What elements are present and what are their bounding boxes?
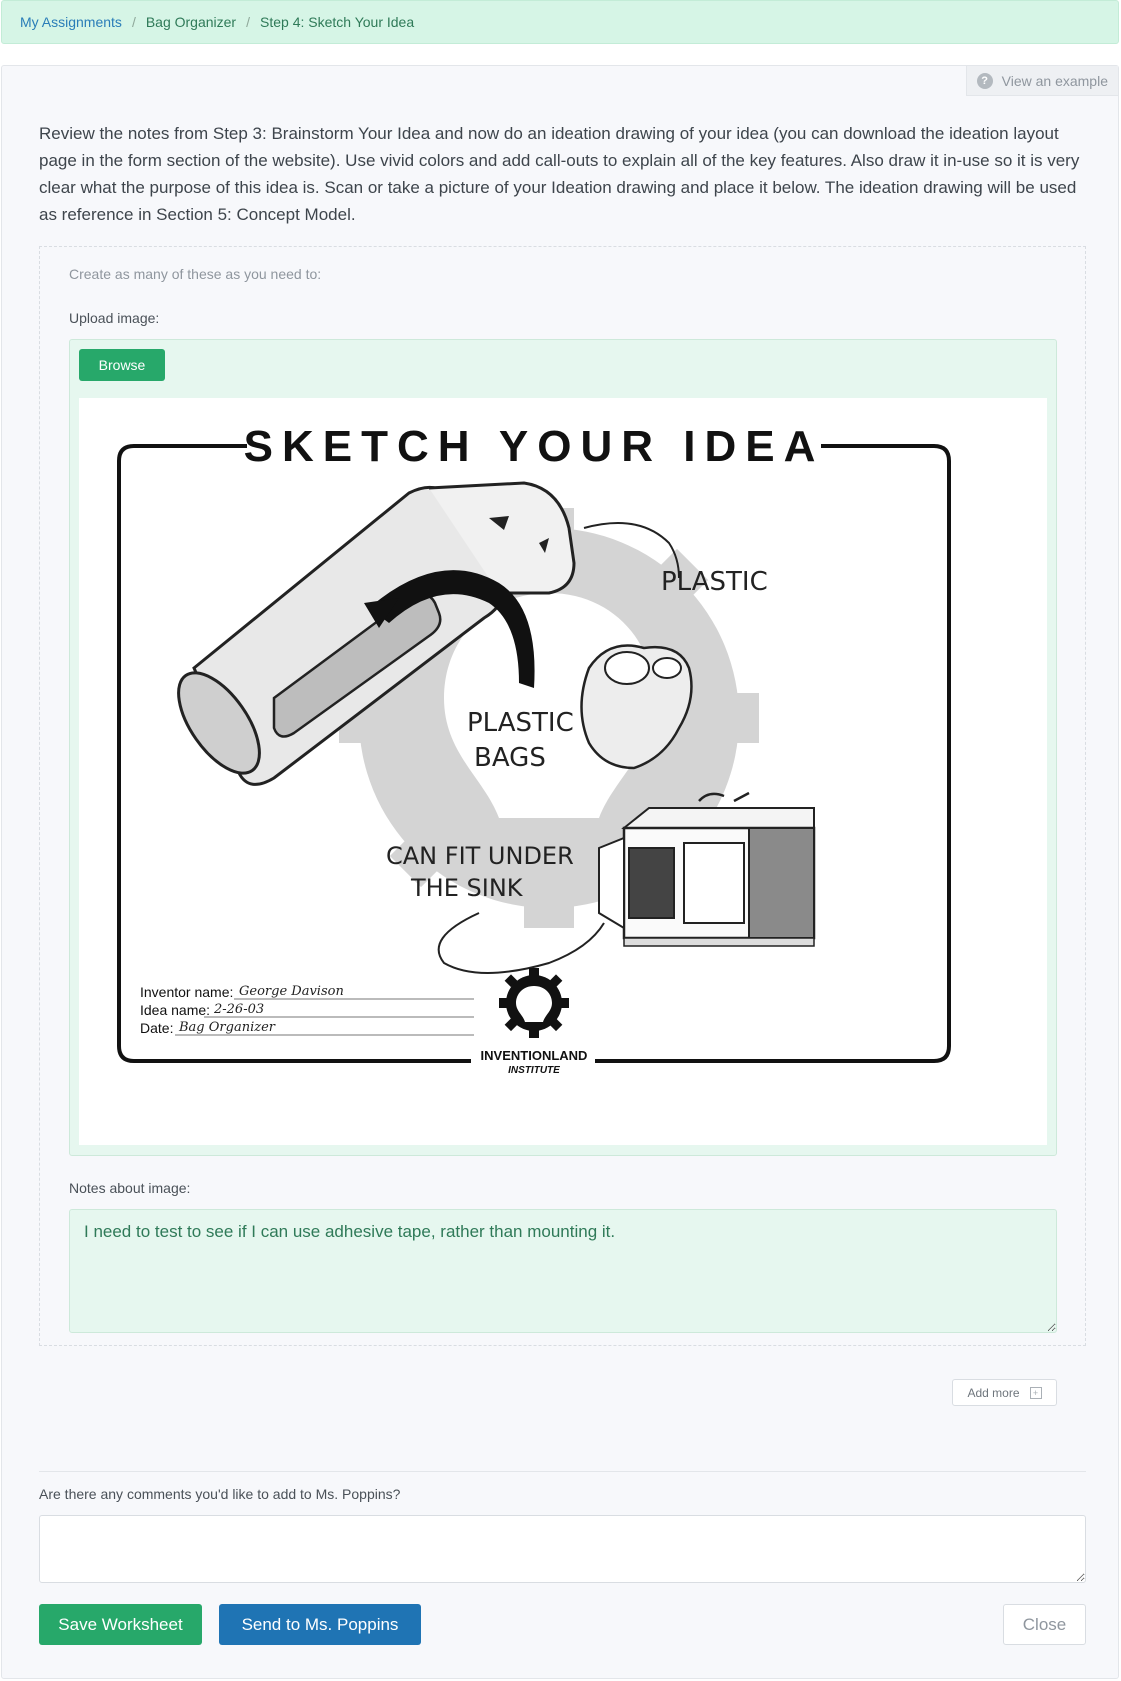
breadcrumb-current-step: Step 4: Sketch Your Idea xyxy=(260,14,415,30)
sketch-title: SKETCH YOUR IDEA xyxy=(244,422,825,471)
comments-textarea[interactable] xyxy=(39,1515,1086,1583)
close-button[interactable]: Close xyxy=(1003,1604,1086,1645)
view-example-button[interactable]: ? View an example xyxy=(965,66,1118,96)
instructions-text: Review the notes from Step 3: Brainstorm… xyxy=(39,124,1080,224)
add-more-label: Add more xyxy=(967,1385,1020,1400)
notes-label: Notes about image: xyxy=(69,1180,191,1196)
logo-text-institute: INSTITUTE xyxy=(508,1065,560,1076)
repeat-hint: Create as many of these as you need to: xyxy=(69,266,322,282)
breadcrumb-separator: / xyxy=(246,14,250,30)
breadcrumb: My Assignments / Bag Organizer / Step 4:… xyxy=(1,0,1119,44)
logo-text-inventionland: INVENTIONLAND xyxy=(481,1048,588,1063)
worksheet-panel: ? View an example Review the notes from … xyxy=(1,65,1119,1679)
view-example-label: View an example xyxy=(1001,72,1108,89)
question-circle-icon: ? xyxy=(976,72,993,89)
plus-square-icon: + xyxy=(1029,1386,1042,1399)
breadcrumb-separator: / xyxy=(131,14,136,30)
browse-button[interactable]: Browse xyxy=(79,349,165,381)
callout-sink-line1: CAN FIT UNDER xyxy=(386,842,574,870)
save-worksheet-button[interactable]: Save Worksheet xyxy=(39,1604,202,1645)
inventor-name-label: Inventor name: xyxy=(140,984,233,1000)
sketch-drawing: SKETCH YOUR IDEA PLASTIC PLASTIC BAGS CA… xyxy=(117,422,951,1076)
inventor-name-value: George Davison xyxy=(239,984,344,999)
upload-area: Browse SKETCH YOUR IDEA PLASTIC PLASTIC … xyxy=(69,339,1057,1156)
breadcrumb-my-assignments[interactable]: My Assignments xyxy=(20,14,122,30)
callout-plastic-bags-line2: BAGS xyxy=(474,743,546,773)
callout-sink-line2: THE SINK xyxy=(410,874,524,902)
send-to-teacher-button[interactable]: Send to Ms. Poppins xyxy=(219,1604,421,1645)
inventionland-logo: INVENTIONLAND INSTITUTE xyxy=(481,968,588,1076)
idea-name-label: Idea name: xyxy=(140,1002,210,1018)
idea-name-value: 2-26-03 xyxy=(213,1002,264,1017)
section-divider xyxy=(39,1471,1086,1472)
uploaded-sketch-image: SKETCH YOUR IDEA PLASTIC PLASTIC BAGS CA… xyxy=(79,398,1047,1145)
date-label: Date: xyxy=(140,1020,173,1036)
callout-plastic-bags-line1: PLASTIC xyxy=(467,708,574,738)
upload-image-label: Upload image: xyxy=(69,310,160,326)
date-value: Bag Organizer xyxy=(178,1020,276,1035)
breadcrumb-bag-organizer[interactable]: Bag Organizer xyxy=(146,14,236,30)
comments-label: Are there any comments you'd like to add… xyxy=(39,1486,401,1502)
notes-textarea[interactable]: I need to test to see if I can use adhes… xyxy=(69,1209,1057,1333)
callout-plastic: PLASTIC xyxy=(661,567,768,597)
add-more-button[interactable]: Add more + xyxy=(952,1379,1057,1406)
